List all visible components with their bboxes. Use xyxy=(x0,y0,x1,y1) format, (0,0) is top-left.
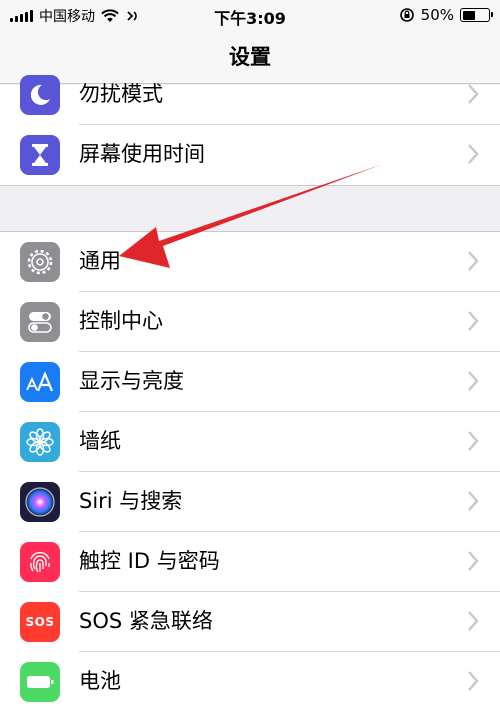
hourglass-icon xyxy=(20,135,60,175)
chevron-right-icon xyxy=(468,431,479,451)
battery-icon xyxy=(20,662,60,702)
toggles-icon xyxy=(20,302,60,342)
settings-row-battery[interactable]: 电池 xyxy=(0,652,500,711)
settings-row-display-brightness[interactable]: 显示与亮度 xyxy=(0,352,500,412)
moon-icon xyxy=(20,75,60,115)
settings-row-emergency-sos[interactable]: SOS SOS 紧急联络 xyxy=(0,592,500,652)
flower-icon xyxy=(20,422,60,462)
gear-icon xyxy=(20,242,60,282)
chevron-right-icon xyxy=(468,611,479,631)
chevron-right-icon xyxy=(468,251,479,271)
settings-row-label: 显示与亮度 xyxy=(79,369,184,393)
chevron-right-icon xyxy=(468,311,479,331)
settings-row-label: 勿扰模式 xyxy=(79,82,163,106)
settings-row-label: SOS 紧急联络 xyxy=(79,609,213,633)
status-right: 50% xyxy=(399,6,493,24)
settings-row-siri-search[interactable]: Siri 与搜索 xyxy=(0,472,500,532)
sos-icon-text: SOS xyxy=(25,615,55,629)
settings-row-label: 控制中心 xyxy=(79,309,163,333)
chevron-right-icon xyxy=(468,551,479,571)
text-size-icon xyxy=(20,362,60,402)
chevron-right-icon xyxy=(468,84,479,104)
settings-row-label: 屏幕使用时间 xyxy=(79,142,205,166)
section-spacer xyxy=(0,185,500,232)
settings-group-focus: 勿扰模式 屏幕使用时间 xyxy=(0,75,500,185)
chevron-right-icon xyxy=(468,671,479,691)
settings-row-do-not-disturb[interactable]: 勿扰模式 xyxy=(0,65,500,125)
settings-row-label: 电池 xyxy=(79,669,121,693)
settings-row-touch-id-passcode[interactable]: 触控 ID 与密码 xyxy=(0,532,500,592)
orientation-lock-icon xyxy=(399,8,414,22)
settings-row-general[interactable]: 通用 xyxy=(0,232,500,292)
settings-row-screen-time[interactable]: 屏幕使用时间 xyxy=(0,125,500,185)
fingerprint-icon xyxy=(20,542,60,582)
siri-icon xyxy=(20,482,60,522)
settings-group-general: 通用 控制中心 显示与亮度 墙纸 Siri 与搜索 触控 ID 与密码 SOS … xyxy=(0,232,500,711)
chevron-right-icon xyxy=(468,144,479,164)
settings-row-label: 墙纸 xyxy=(79,429,121,453)
chevron-right-icon xyxy=(468,491,479,511)
settings-row-control-center[interactable]: 控制中心 xyxy=(0,292,500,352)
battery-status-icon xyxy=(460,8,493,22)
chevron-right-icon xyxy=(468,371,479,391)
settings-row-wallpaper[interactable]: 墙纸 xyxy=(0,412,500,472)
settings-row-label: 通用 xyxy=(79,249,121,273)
sos-icon: SOS xyxy=(20,602,60,642)
status-bar: 中国移动 下午3:09 50% xyxy=(0,0,500,28)
settings-row-label: 触控 ID 与密码 xyxy=(79,549,220,573)
settings-row-label: Siri 与搜索 xyxy=(79,489,183,513)
battery-percent: 50% xyxy=(420,6,454,24)
